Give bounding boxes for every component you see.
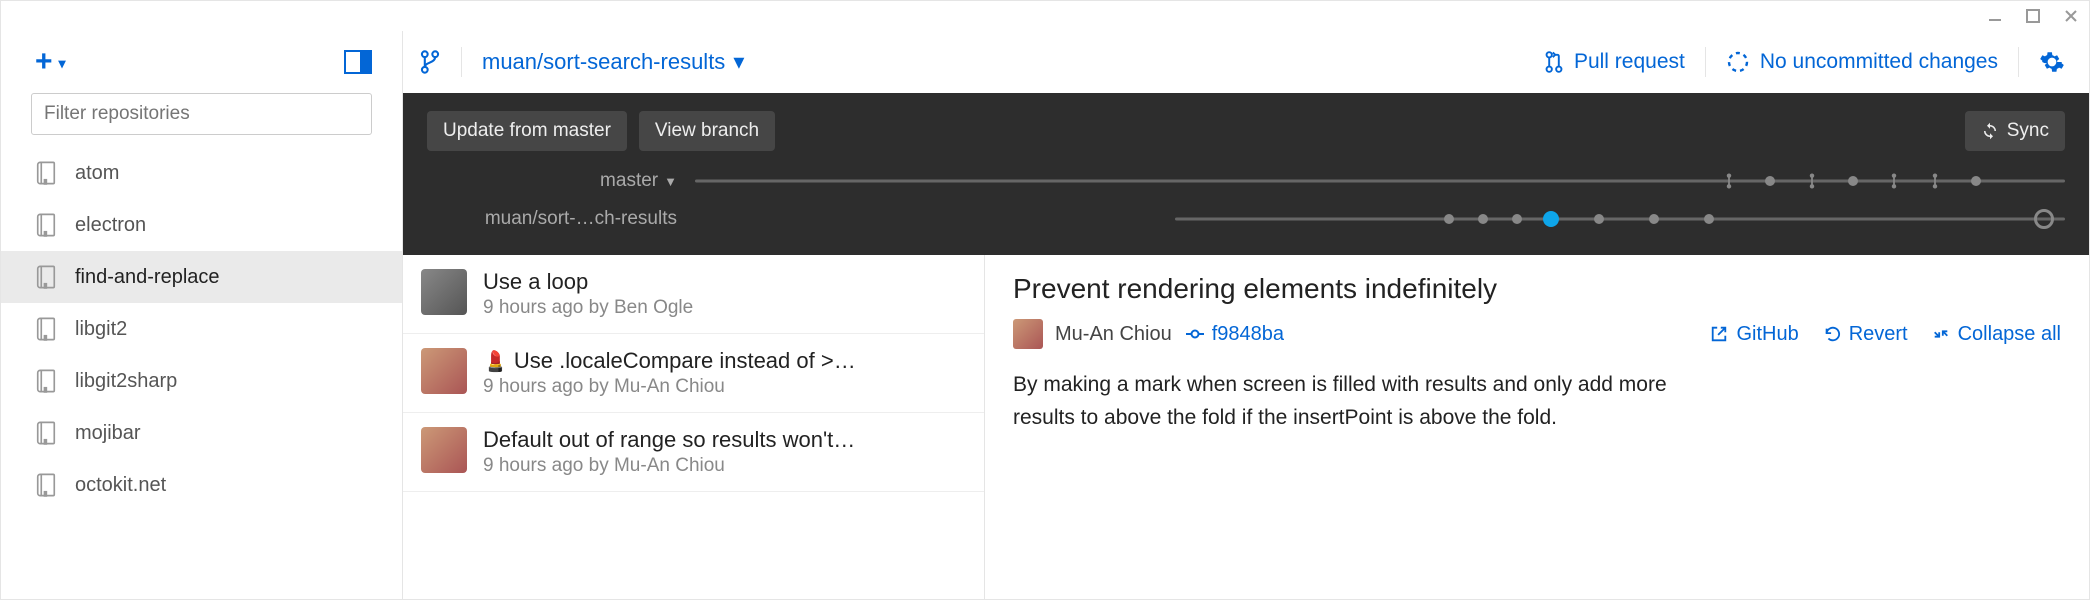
emoji-icon: 💄 [483,349,508,374]
repo-icon [35,212,57,238]
repo-name: atom [75,162,119,185]
lane-master: master ▼ [427,167,2065,195]
add-repo-button[interactable]: + ▾ [35,45,66,79]
repo-dropdown[interactable]: muan/sort-search-results ▾ [482,49,744,75]
sync-icon [1981,122,1999,140]
commit-list: Use a loop 9 hours ago by Ben Ogle 💄 Use… [403,255,985,599]
repo-icon [35,472,57,498]
commit-title: Prevent rendering elements indefinitely [1013,273,2061,305]
sidebar-repo-item[interactable]: libgit2 [1,303,402,355]
collapse-icon [1932,325,1950,343]
repo-icon [35,316,57,342]
chevron-down-icon: ▾ [59,55,66,72]
repo-icon [35,264,57,290]
repo-name: mojibar [75,422,141,445]
sync-button[interactable]: Sync [1965,111,2065,151]
repo-icon [35,160,57,186]
close-button[interactable] [2061,6,2081,26]
repo-name: octokit.net [75,474,166,497]
divider [461,47,462,77]
external-link-icon [1710,325,1728,343]
divider [1705,47,1706,77]
repo-list: atom electron find-and-replace libgit2 [1,147,402,599]
changes-icon [1726,50,1750,74]
avatar [1013,319,1043,349]
repo-icon [35,420,57,446]
repo-path: muan/sort-search-results [482,49,725,75]
commit-body: By making a mark when screen is filled w… [1013,369,1713,434]
repo-name: find-and-replace [75,266,220,289]
changes-indicator[interactable]: No uncommitted changes [1726,50,1998,74]
sidebar-repo-item[interactable]: atom [1,147,402,199]
lane-track-master[interactable] [695,178,2065,184]
divider [2018,47,2019,77]
sidebar-repo-item[interactable]: libgit2sharp [1,355,402,407]
repo-icon [35,368,57,394]
settings-button[interactable] [2039,49,2065,75]
commit-author: Mu-An Chiou [1013,319,1172,349]
repo-name: libgit2sharp [75,370,177,393]
commit-item[interactable]: 💄 Use .localeCompare instead of >… 9 hou… [403,334,984,413]
chevron-down-icon: ▼ [664,174,677,189]
window-titlebar [1,1,2089,31]
view-branch-button[interactable]: View branch [639,111,775,151]
commit-item-meta: 9 hours ago by Ben Ogle [483,297,966,319]
avatar [421,269,467,315]
revert-button[interactable]: Revert [1823,323,1908,346]
plus-icon: + [35,45,53,79]
lane-track-branch[interactable] [695,216,2065,222]
sidebar-repo-item[interactable]: octokit.net [1,459,402,511]
branch-icon [419,49,441,75]
commit-item-title: Default out of range so results won't… [483,427,966,453]
header-bar: muan/sort-search-results ▾ Pull request [403,31,2089,93]
chevron-down-icon: ▾ [733,49,744,75]
avatar [421,348,467,394]
commit-item-title: 💄 Use .localeCompare instead of >… [483,348,966,374]
panel-toggle-button[interactable] [344,50,372,74]
sidebar: + ▾ atom electron [1,31,403,599]
commit-item[interactable]: Default out of range so results won't… 9… [403,413,984,492]
avatar [421,427,467,473]
sidebar-repo-item[interactable]: find-and-replace [1,251,402,303]
pull-request-button[interactable]: Pull request [1544,50,1685,74]
repo-name: libgit2 [75,318,127,341]
revert-icon [1823,325,1841,343]
open-github-button[interactable]: GitHub [1710,323,1798,346]
commit-item-meta: 9 hours ago by Mu-An Chiou [483,455,966,477]
collapse-all-button[interactable]: Collapse all [1932,323,2061,346]
commit-item-title: Use a loop [483,269,966,295]
commit-sha-link[interactable]: f9848ba [1186,323,1284,346]
filter-repos-input[interactable] [31,93,372,135]
update-from-master-button[interactable]: Update from master [427,111,627,151]
minimize-button[interactable] [1985,6,2005,26]
commit-icon [1186,327,1204,341]
commit-item-meta: 9 hours ago by Mu-An Chiou [483,376,966,398]
commit-item[interactable]: Use a loop 9 hours ago by Ben Ogle [403,255,984,334]
lane-branch: muan/sort-…ch-results [427,205,2065,233]
sidebar-repo-item[interactable]: mojibar [1,407,402,459]
branch-graph: Update from master View branch Sync mast… [403,93,2089,255]
maximize-button[interactable] [2023,6,2043,26]
commit-detail: Prevent rendering elements indefinitely … [985,255,2089,599]
pull-request-icon [1544,50,1564,74]
sidebar-repo-item[interactable]: electron [1,199,402,251]
repo-name: electron [75,214,146,237]
